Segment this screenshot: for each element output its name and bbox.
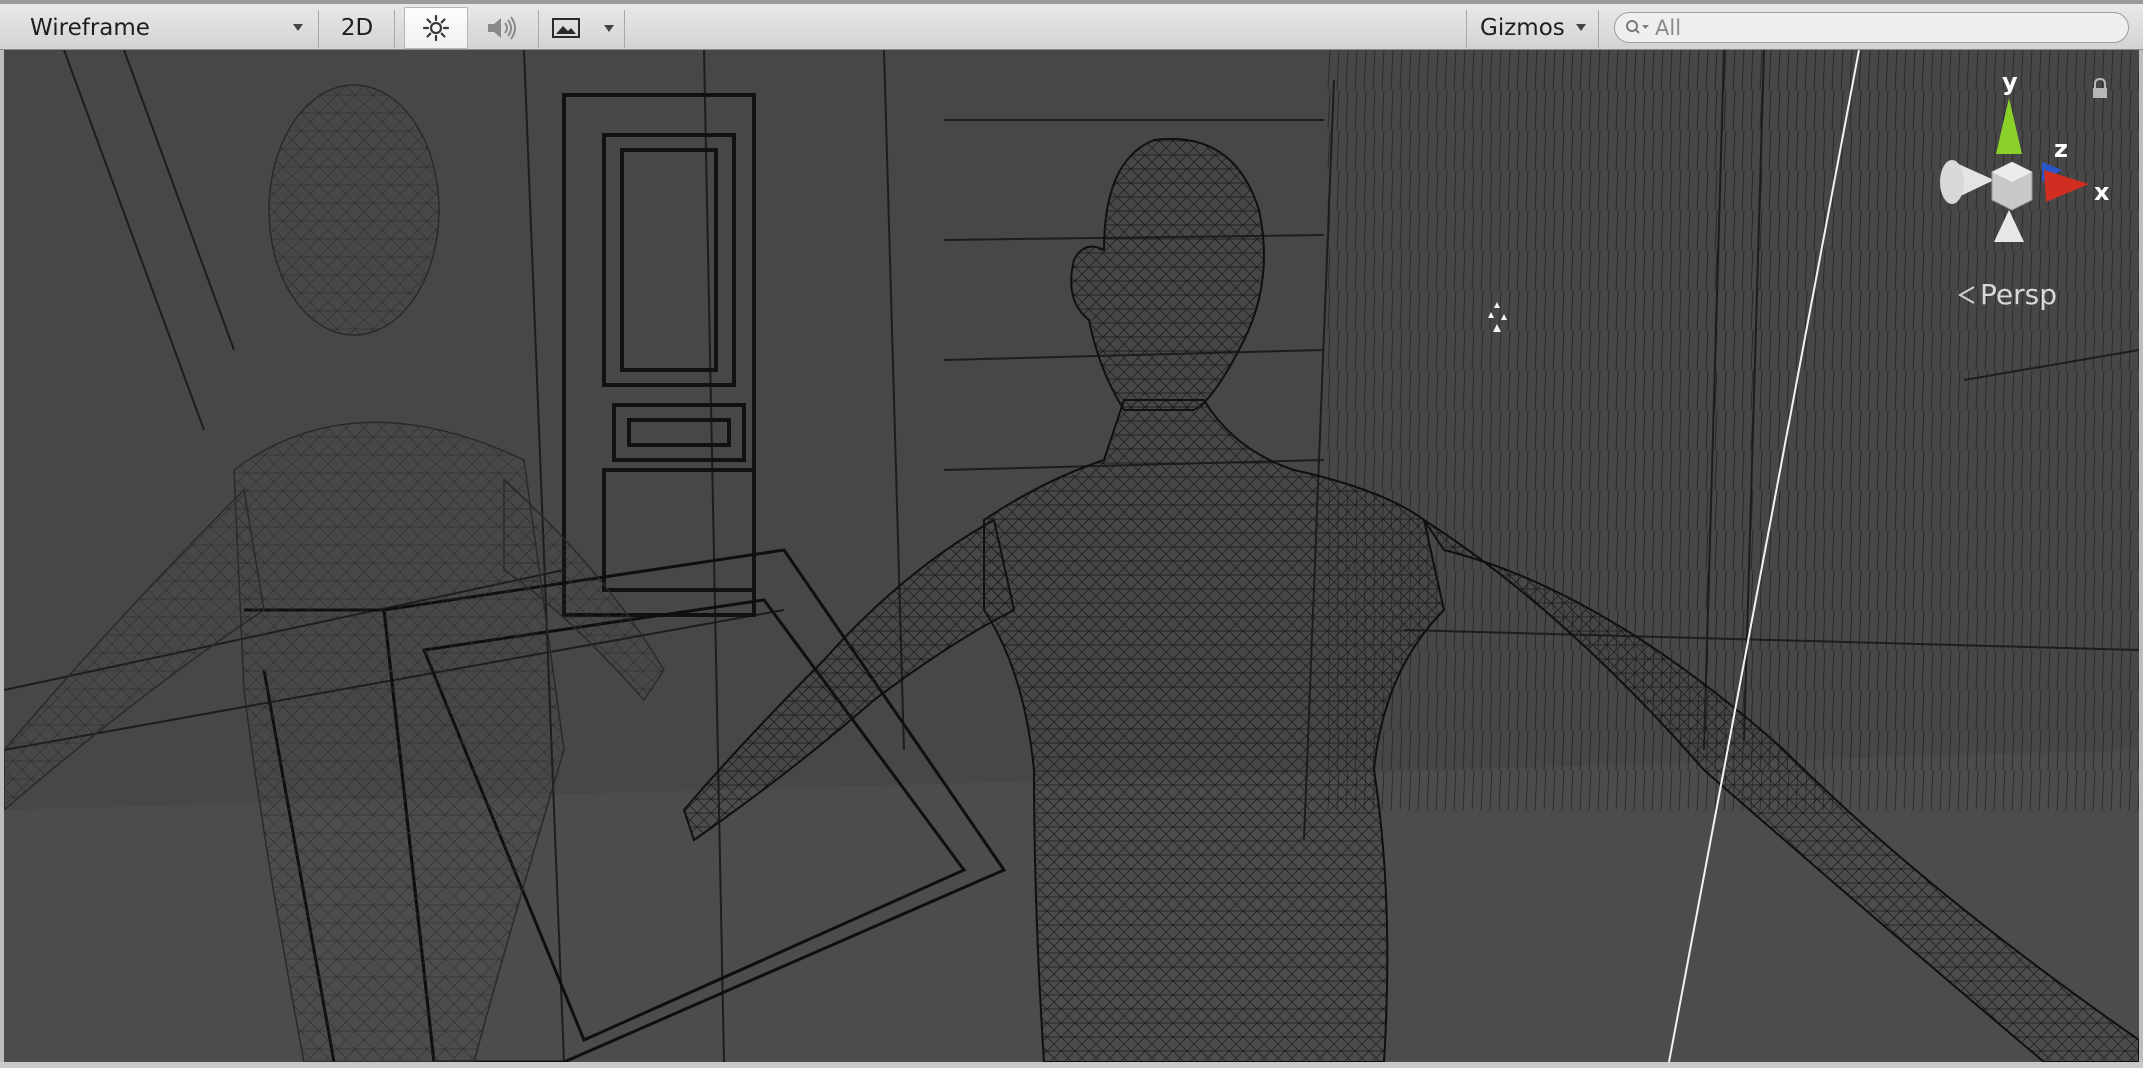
effects-dropdown-button[interactable] (596, 7, 622, 49)
scene-audio-toggle[interactable] (470, 7, 534, 49)
chevron-down-icon (604, 24, 614, 32)
lock-icon[interactable] (2090, 78, 2110, 100)
window-bottom-edge (0, 1062, 2143, 1068)
draw-mode-dropdown[interactable]: Wireframe (10, 7, 315, 49)
axis-label-x: x (2094, 178, 2110, 206)
toolbar-divider (538, 10, 539, 48)
gizmos-dropdown[interactable]: Gizmos (1468, 7, 1596, 49)
speaker-icon (488, 16, 516, 40)
search-icon (1625, 19, 1655, 37)
axis-label-y: y (2002, 68, 2018, 96)
projection-label: Persp (1980, 278, 2057, 311)
search-field[interactable] (1614, 12, 2129, 43)
wireframe-scene (4, 50, 2139, 1062)
gizmos-label: Gizmos (1480, 15, 1565, 41)
draw-mode-label: Wireframe (30, 15, 150, 41)
toolbar-divider (394, 10, 395, 48)
toolbar-divider (1598, 10, 1599, 48)
chevron-down-icon (293, 24, 303, 31)
projection-toggle[interactable]: Persp (1956, 278, 2057, 311)
toolbar-divider (1466, 10, 1467, 48)
scene-viewport[interactable]: y z x Persp (4, 50, 2139, 1062)
scene-view-toolbar: Wireframe 2D Gizmos All (0, 0, 2143, 50)
sun-icon (422, 14, 450, 42)
chevron-down-icon (1576, 24, 1586, 31)
toolbar-divider (318, 10, 319, 48)
axis-cone-y[interactable] (1996, 98, 2022, 154)
search-input[interactable] (1655, 15, 2095, 40)
axis-cone-neg-y[interactable] (1994, 210, 2024, 242)
scene-view-window: Wireframe 2D Gizmos All y z x Persp (0, 0, 2143, 1068)
chevron-left-icon (1957, 285, 1975, 304)
axis-label-z: z (2054, 135, 2068, 163)
scene-lighting-toggle[interactable] (404, 7, 468, 49)
image-icon (552, 18, 580, 38)
axis-cone-x[interactable] (2044, 170, 2089, 202)
toggle-2d-button[interactable]: 2D (328, 7, 386, 49)
toggle-2d-label: 2D (340, 15, 374, 41)
scene-effects-toggle[interactable] (540, 7, 592, 49)
toolbar-divider (624, 10, 625, 48)
